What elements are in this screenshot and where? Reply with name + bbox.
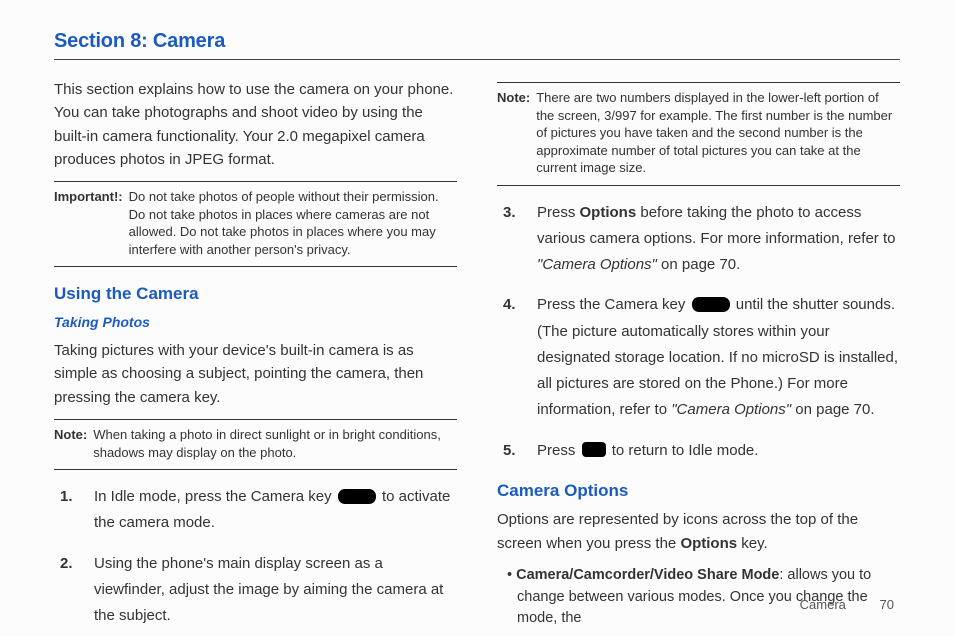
intro-paragraph: This section explains how to use the cam… xyxy=(54,78,457,171)
two-column-body: This section explains how to use the cam… xyxy=(54,74,900,643)
step-text: Press xyxy=(537,204,580,221)
step-number: 1. xyxy=(54,484,94,537)
bullet-title: Camera/Camcorder/Video Share Mode xyxy=(516,567,779,583)
note-text: There are two numbers displayed in the l… xyxy=(536,89,900,177)
camera-key-icon xyxy=(338,489,376,504)
cross-ref: "Camera Options" xyxy=(671,401,791,418)
step-4: 4. Press the Camera key until the shutte… xyxy=(497,292,900,423)
note-label: Note: xyxy=(497,89,536,177)
steps-list-right: 3. Press Options before taking the photo… xyxy=(497,200,900,464)
footer-section-label: Camera xyxy=(800,597,846,612)
step-text: Press the Camera key xyxy=(537,296,690,313)
step-2: 2. Using the phone's main display screen… xyxy=(54,551,457,630)
step-number: 5. xyxy=(497,438,537,464)
important-text: Do not take photos of people without the… xyxy=(129,188,457,258)
right-column: Note: There are two numbers displayed in… xyxy=(497,74,900,643)
step-1: 1. In Idle mode, press the Camera key to… xyxy=(54,484,457,537)
left-column: This section explains how to use the cam… xyxy=(54,74,457,643)
step-text: In Idle mode, press the Camera key xyxy=(94,488,336,505)
taking-photos-paragraph: Taking pictures with your device's built… xyxy=(54,339,457,409)
footer-page-number: 70 xyxy=(880,597,894,612)
sunlight-note: Note: When taking a photo in direct sunl… xyxy=(54,419,457,470)
camera-key-icon xyxy=(692,297,730,312)
step-5: 5. Press to return to Idle mode. xyxy=(497,438,900,464)
subheading-taking-photos: Taking Photos xyxy=(54,312,457,334)
important-label: Important!: xyxy=(54,188,129,258)
paragraph-text: key. xyxy=(741,535,767,552)
step-3: 3. Press Options before taking the photo… xyxy=(497,200,900,279)
options-key-label: Options xyxy=(680,535,737,552)
heading-camera-options: Camera Options xyxy=(497,478,900,504)
important-note: Important!: Do not take photos of people… xyxy=(54,181,457,267)
paragraph-text: Options are represented by icons across … xyxy=(497,511,858,551)
heading-using-camera: Using the Camera xyxy=(54,281,457,307)
step-number: 3. xyxy=(497,200,537,279)
section-title: Section 8: Camera xyxy=(54,30,900,60)
counter-note: Note: There are two numbers displayed in… xyxy=(497,82,900,186)
step-text: Using the phone's main display screen as… xyxy=(94,551,457,630)
page-footer: Camera 70 xyxy=(800,597,894,612)
step-text: on page 70. xyxy=(795,401,874,418)
step-text: Press xyxy=(537,442,580,459)
options-paragraph: Options are represented by icons across … xyxy=(497,508,900,555)
step-text: on page 70. xyxy=(661,256,740,273)
step-number: 4. xyxy=(497,292,537,423)
cross-ref: "Camera Options" xyxy=(537,256,657,273)
end-key-icon xyxy=(582,442,606,457)
step-text: to return to Idle mode. xyxy=(612,442,759,459)
note-text: When taking a photo in direct sunlight o… xyxy=(93,426,457,461)
steps-list-left: 1. In Idle mode, press the Camera key to… xyxy=(54,484,457,629)
options-label: Options xyxy=(580,204,637,221)
note-label: Note: xyxy=(54,426,93,461)
step-number: 2. xyxy=(54,551,94,630)
